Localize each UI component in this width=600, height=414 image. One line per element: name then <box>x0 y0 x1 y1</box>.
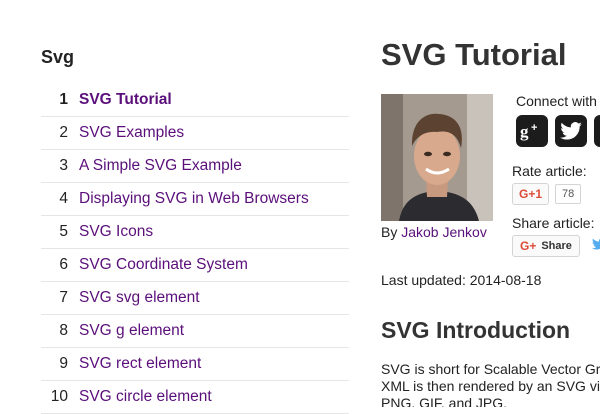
author-photo <box>381 94 493 221</box>
article: SVG Tutorial By Jakob Jenkov Connect wit… <box>381 0 600 407</box>
toc-item[interactable]: 7 SVG svg element <box>41 282 349 315</box>
toc-item-link[interactable]: SVG svg element <box>79 289 200 307</box>
byline-prefix: By <box>381 224 398 240</box>
google-plus-one-icon: G+1 <box>519 187 543 201</box>
svg-text:+: + <box>531 122 537 134</box>
toc-item-number: 10 <box>50 388 68 405</box>
svg-text:g: g <box>520 122 529 141</box>
toc-item-number: 4 <box>59 190 68 207</box>
toc-item[interactable]: 9 SVG rect element <box>41 348 349 381</box>
toc-item-link[interactable]: Displaying SVG in Web Browsers <box>79 190 309 208</box>
toc-item-link[interactable]: SVG Coordinate System <box>79 256 248 274</box>
facebook-icon[interactable] <box>594 115 600 147</box>
connect-label: Connect with <box>516 93 597 109</box>
share-label: Share article: <box>512 215 595 231</box>
sidebar-title: Svg <box>41 47 75 67</box>
author-link[interactable]: Jakob Jenkov <box>401 224 487 240</box>
toc-item[interactable]: 6 SVG Coordinate System <box>41 249 349 282</box>
google-plus-icon[interactable]: g + <box>516 115 548 147</box>
intro-line: PNG, GIF, and JPG. <box>381 395 508 407</box>
toc-item[interactable]: 5 SVG Icons <box>41 216 349 249</box>
share-button[interactable]: G+ Share <box>512 235 580 257</box>
toc-item[interactable]: 3 A Simple SVG Example <box>41 150 349 183</box>
toc-item-number: 6 <box>59 256 68 273</box>
toc-list: 1 SVG Tutorial 2 SVG Examples 3 A Simple… <box>41 84 349 414</box>
toc-item-number: 5 <box>59 223 68 240</box>
rate-label: Rate article: <box>512 163 587 179</box>
twitter-share-icon[interactable] <box>592 237 600 255</box>
toc-item-number: 2 <box>59 124 68 141</box>
toc-item-link[interactable]: SVG g element <box>79 322 184 340</box>
toc-item-number: 1 <box>59 91 68 108</box>
toc-item-link[interactable]: SVG Examples <box>79 124 184 142</box>
toc-item-link[interactable]: SVG Tutorial <box>79 91 172 109</box>
intro-line: XML is then rendered by an SVG viewer. M… <box>381 378 600 394</box>
section-title: SVG Introduction <box>381 317 571 343</box>
toc-item-number: 8 <box>59 322 68 339</box>
byline: By Jakob Jenkov <box>381 224 487 240</box>
toc-item[interactable]: 1 SVG Tutorial <box>41 84 349 117</box>
last-updated: Last updated: 2014-08-18 <box>381 272 542 288</box>
twitter-icon[interactable] <box>555 115 587 147</box>
toc-item-number: 3 <box>59 157 68 174</box>
toc-item[interactable]: 8 SVG g element <box>41 315 349 348</box>
plus-one-button[interactable]: G+1 <box>512 183 550 205</box>
plus-one-widget: G+1 78 <box>512 183 582 205</box>
toc-item-link[interactable]: SVG rect element <box>79 355 201 373</box>
toc-item-link[interactable]: SVG Icons <box>79 223 153 241</box>
toc-item-number: 7 <box>59 289 68 306</box>
plus-one-count: 78 <box>555 184 582 204</box>
toc-item-link[interactable]: SVG circle element <box>79 388 212 406</box>
toc-item[interactable]: 4 Displaying SVG in Web Browsers <box>41 183 349 216</box>
toc-item[interactable]: 10 SVG circle element <box>41 381 349 414</box>
social-links: g + <box>516 115 600 147</box>
toc-item[interactable]: 2 SVG Examples <box>41 117 349 150</box>
google-plus-share-icon: G+ <box>520 239 537 253</box>
share-button-label: Share <box>541 240 572 252</box>
intro-paragraph: SVG is short for Scalable Vector Graphic… <box>381 361 600 407</box>
toc-item-number: 9 <box>59 355 68 372</box>
page-title: SVG Tutorial <box>381 37 567 72</box>
author-portrait-image <box>381 94 493 221</box>
intro-line: SVG is short for Scalable Vector Graphic… <box>381 361 600 377</box>
toc-item-link[interactable]: A Simple SVG Example <box>79 157 242 175</box>
